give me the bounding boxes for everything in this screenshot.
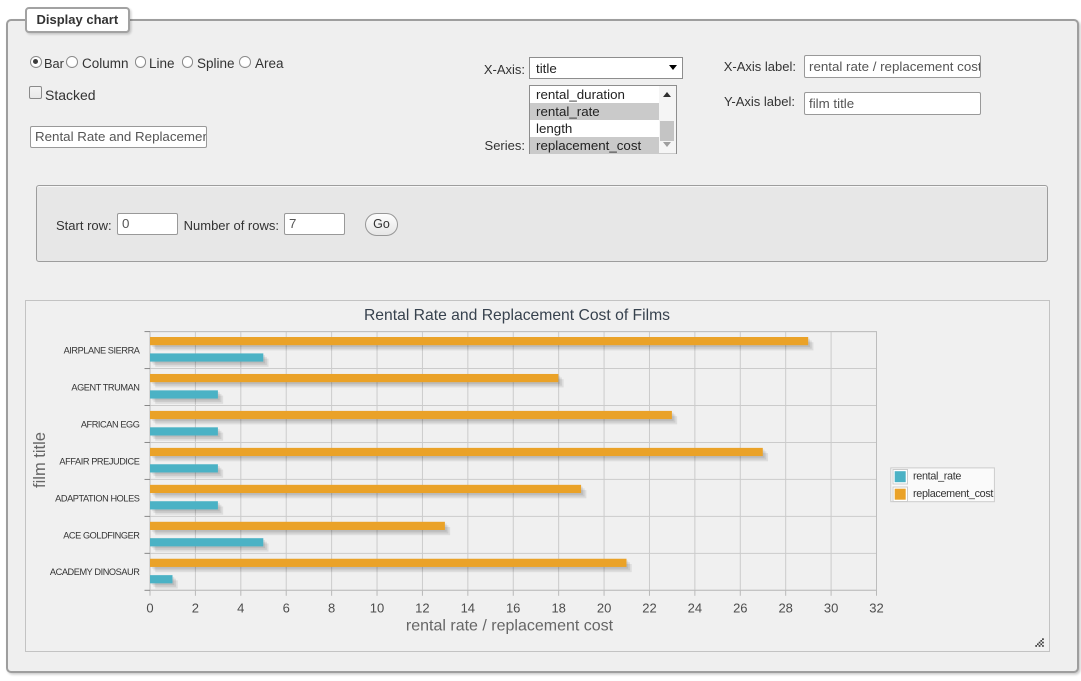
svg-text:16: 16 xyxy=(506,601,520,616)
svg-text:4: 4 xyxy=(237,601,244,616)
svg-text:AFFAIR PREJUDICE: AFFAIR PREJUDICE xyxy=(59,456,139,466)
svg-text:AGENT TRUMAN: AGENT TRUMAN xyxy=(71,383,139,393)
svg-text:12: 12 xyxy=(415,601,429,616)
svg-text:AIRPLANE SIERRA: AIRPLANE SIERRA xyxy=(64,346,141,356)
svg-text:22: 22 xyxy=(642,601,656,616)
svg-text:6: 6 xyxy=(283,601,290,616)
svg-text:24: 24 xyxy=(688,601,702,616)
svg-text:20: 20 xyxy=(597,601,611,616)
svg-text:AFRICAN EGG: AFRICAN EGG xyxy=(81,419,140,429)
svg-text:0: 0 xyxy=(146,601,153,616)
svg-text:14: 14 xyxy=(461,601,475,616)
svg-text:28: 28 xyxy=(778,601,792,616)
svg-text:film title: film title xyxy=(31,432,49,488)
svg-text:rental rate / replacement cost: rental rate / replacement cost xyxy=(406,618,614,635)
svg-text:32: 32 xyxy=(869,601,883,616)
svg-text:ACADEMY DINOSAUR: ACADEMY DINOSAUR xyxy=(50,567,140,577)
svg-text:8: 8 xyxy=(328,601,335,616)
svg-text:10: 10 xyxy=(370,601,384,616)
svg-text:rental_rate: rental_rate xyxy=(913,471,961,483)
svg-text:26: 26 xyxy=(733,601,747,616)
svg-text:30: 30 xyxy=(824,601,838,616)
svg-text:2: 2 xyxy=(192,601,199,616)
svg-text:ACE GOLDFINGER: ACE GOLDFINGER xyxy=(63,530,140,540)
svg-text:18: 18 xyxy=(551,601,565,616)
svg-text:ADAPTATION HOLES: ADAPTATION HOLES xyxy=(55,493,140,503)
svg-text:Rental Rate and Replacement Co: Rental Rate and Replacement Cost of Film… xyxy=(364,307,670,324)
svg-text:replacement_cost: replacement_cost xyxy=(913,488,993,500)
